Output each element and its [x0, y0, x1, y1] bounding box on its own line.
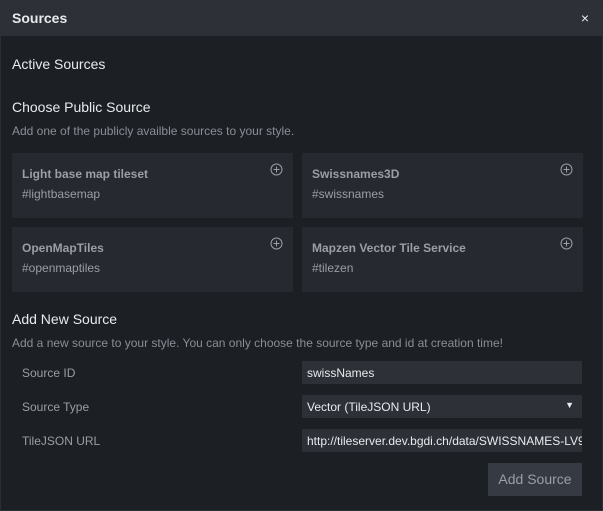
modal-header: Sources × [1, 1, 603, 36]
chevron-down-icon: ▼ [565, 400, 574, 410]
source-type-value: Vector (TileJSON URL) [307, 400, 431, 414]
modal-title: Sources [12, 10, 68, 26]
source-id: #lightbasemap [22, 187, 101, 201]
sources-modal: Sources × Active Sources Choose Public S… [0, 0, 603, 511]
add-new-source-heading: Add New Source [12, 311, 118, 327]
source-type-label: Source Type [22, 400, 90, 414]
source-name: Light base map tileset [22, 167, 149, 181]
add-circle-icon[interactable] [270, 163, 283, 176]
add-source-button[interactable]: Add Source [488, 463, 582, 496]
source-id: #tilezen [312, 261, 354, 275]
public-source-card-openmaptiles[interactable]: OpenMapTiles #openmaptiles [12, 227, 293, 292]
add-circle-icon[interactable] [560, 163, 573, 176]
public-source-card-swissnames[interactable]: Swissnames3D #swissnames [302, 153, 583, 218]
add-circle-icon[interactable] [560, 237, 573, 250]
source-name: Swissnames3D [312, 167, 400, 181]
public-source-card-lightbasemap[interactable]: Light base map tileset #lightbasemap [12, 153, 293, 218]
close-icon[interactable]: × [579, 11, 591, 25]
public-source-card-tilezen[interactable]: Mapzen Vector Tile Service #tilezen [302, 227, 583, 292]
source-id: #swissnames [312, 187, 385, 201]
add-new-source-description: Add a new source to your style. You can … [12, 336, 503, 350]
source-name: Mapzen Vector Tile Service [312, 241, 466, 255]
tilejson-url-input[interactable]: http://tileserver.dev.bgdi.ch/data/SWISS… [302, 429, 582, 452]
source-id-label: Source ID [22, 366, 76, 380]
tilejson-url-label: TileJSON URL [22, 434, 101, 448]
add-circle-icon[interactable] [270, 237, 283, 250]
source-id-input[interactable]: swissNames [302, 361, 582, 384]
source-name: OpenMapTiles [22, 241, 104, 255]
choose-public-source-heading: Choose Public Source [12, 99, 151, 115]
source-type-select[interactable]: Vector (TileJSON URL) ▼ [302, 395, 582, 418]
public-source-description: Add one of the publicly availble sources… [12, 124, 295, 138]
source-id: #openmaptiles [22, 261, 101, 275]
active-sources-heading: Active Sources [12, 56, 106, 72]
